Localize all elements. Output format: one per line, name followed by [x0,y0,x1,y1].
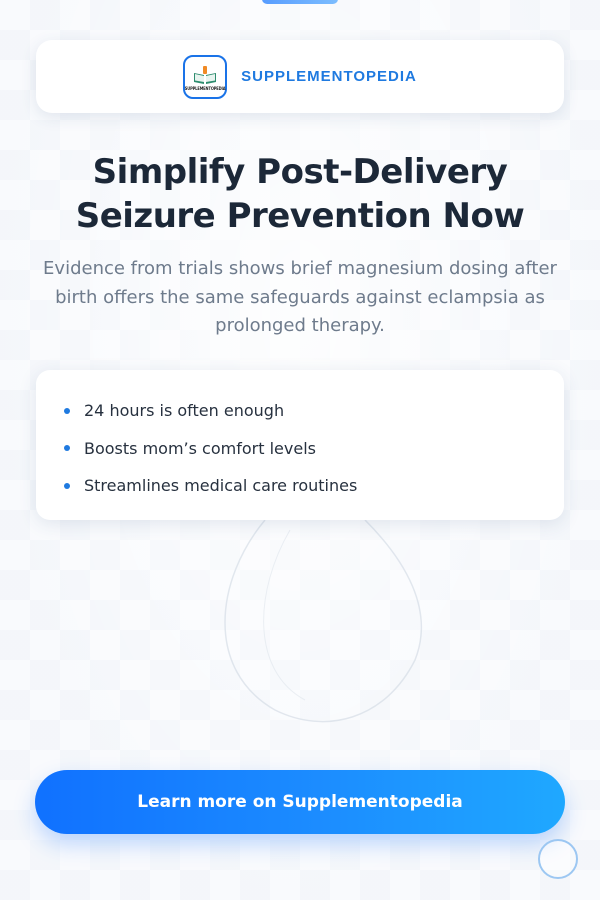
benefit-text: Streamlines medical care routines [84,476,358,496]
top-accent-bar [262,0,338,4]
book-icon [194,66,217,84]
benefit-item: Boosts mom’s comfort levels [64,430,540,468]
decorative-bottle-graphic [224,520,423,723]
brand-header: SUPPLEMENTOPEDIA SUPPLEMENTOPEDIA [36,40,564,113]
benefit-item: 24 hours is often enough [64,392,540,430]
benefit-text: 24 hours is often enough [84,401,285,421]
brand-name: SUPPLEMENTOPEDIA [241,68,417,85]
benefit-item: Streamlines medical care routines [64,467,540,505]
bullet-icon [64,445,70,452]
bullet-icon [64,482,70,489]
bullet-icon [64,407,70,414]
floating-action-circle[interactable] [538,839,578,879]
page-subtitle: Evidence from trials shows brief magnesi… [43,258,557,336]
learn-more-button[interactable]: Learn more on Supplementopedia [35,770,565,834]
page-title: Simplify Post-Delivery Seizure Preventio… [75,152,525,236]
logo-wordmark: SUPPLEMENTOPEDIA [184,86,226,91]
benefits-card: 24 hours is often enough Boosts mom’s co… [36,370,564,520]
benefit-text: Boosts mom’s comfort levels [84,438,316,458]
brand-logo: SUPPLEMENTOPEDIA [183,54,228,99]
